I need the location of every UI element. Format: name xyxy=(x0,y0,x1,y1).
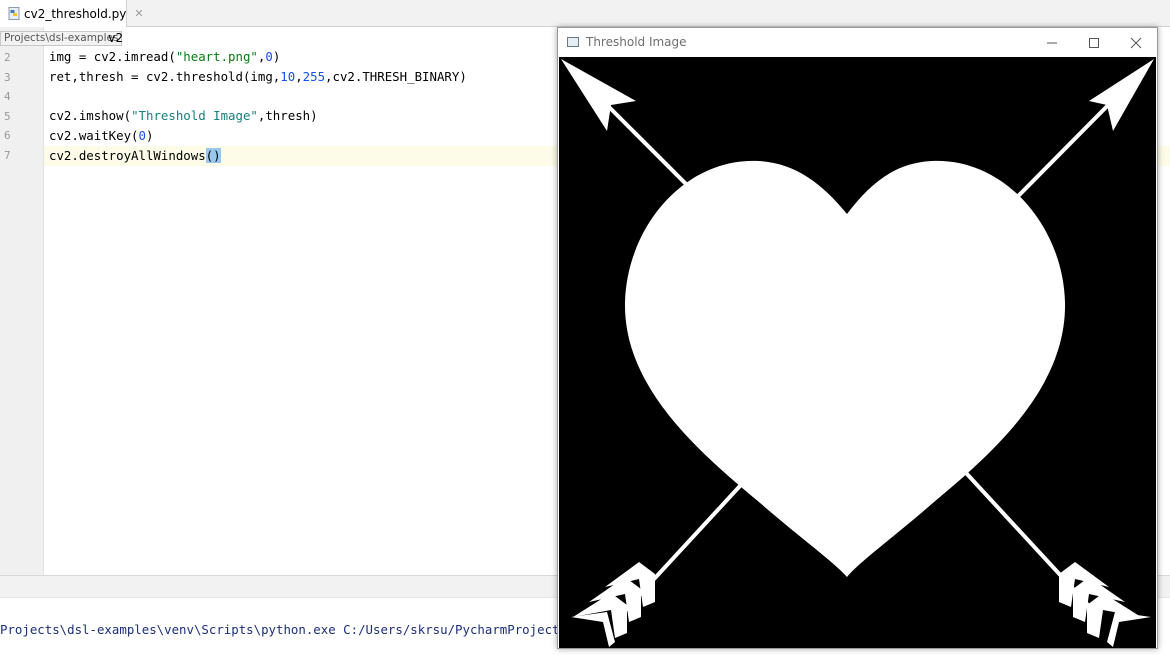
code-string: "heart.png" xyxy=(175,49,258,64)
heart-with-arrows-image xyxy=(561,59,1154,647)
window-title: Threshold Image xyxy=(586,35,687,49)
code-line-1-tail[interactable]: v2 xyxy=(108,28,123,48)
line-number: 7 xyxy=(4,149,11,162)
code-line-2[interactable]: img = cv2.imread("heart.png",0) xyxy=(49,47,280,67)
code-number: 0 xyxy=(138,128,146,143)
window-app-icon xyxy=(567,37,579,47)
window-titlebar[interactable]: Threshold Image xyxy=(558,28,1157,57)
code-token: ) xyxy=(146,128,154,143)
python-file-icon xyxy=(8,7,20,20)
code-line-3[interactable]: ret,thresh = cv2.threshold(img,10,255,cv… xyxy=(49,67,467,87)
maximize-icon xyxy=(1089,37,1099,48)
editor-tab-bar: cv2_threshold.py ✕ xyxy=(0,0,1170,27)
arrowhead-right xyxy=(1089,59,1154,131)
code-line-5[interactable]: cv2.imshow("Threshold Image",thresh) xyxy=(49,106,318,126)
line-number: 5 xyxy=(4,110,11,123)
threshold-image-window[interactable]: Threshold Image xyxy=(557,27,1158,649)
code-token: ,cv2.THRESH_BINARY) xyxy=(325,69,467,84)
editor-tab-cv2-threshold[interactable]: cv2_threshold.py ✕ xyxy=(0,0,144,27)
code-number: 0 xyxy=(265,49,273,64)
code-token: cv2.imshow( xyxy=(49,108,132,123)
code-line-6[interactable]: cv2.waitKey(0) xyxy=(49,126,153,146)
code-token: ) xyxy=(272,49,281,64)
fletching-left xyxy=(571,562,655,647)
close-icon xyxy=(1130,37,1142,48)
code-token: ,thresh) xyxy=(257,108,318,123)
line-number: 3 xyxy=(4,71,11,84)
minimize-icon xyxy=(1047,42,1057,43)
maximize-button[interactable] xyxy=(1072,28,1116,57)
code-token: cv2.destroyAllWindows xyxy=(49,148,206,163)
console-output-line: Projects\dsl-examples\venv\Scripts\pytho… xyxy=(0,622,567,637)
minimize-button[interactable] xyxy=(1030,28,1074,57)
path-tooltip: Projects\dsl-examples xyxy=(0,31,123,46)
code-string: "Threshold Image" xyxy=(131,108,258,123)
code-number: 10 xyxy=(280,69,296,84)
line-number: 6 xyxy=(4,129,11,142)
matched-parens: () xyxy=(205,148,221,163)
code-token: , xyxy=(295,69,303,84)
tab-close-icon[interactable]: ✕ xyxy=(134,7,143,20)
editor-tab-label: cv2_threshold.py xyxy=(24,6,127,21)
line-number: 2 xyxy=(4,51,11,64)
fletching-right xyxy=(1059,562,1151,647)
line-number-gutter: 2 3 4 5 6 7 xyxy=(0,27,44,575)
code-token: cv2.waitKey( xyxy=(49,128,139,143)
threshold-image-canvas xyxy=(559,57,1156,648)
code-number: 255 xyxy=(302,69,326,84)
code-token: ret,thresh = cv2.threshold(img, xyxy=(49,69,281,84)
close-button[interactable] xyxy=(1114,28,1158,57)
line-number: 4 xyxy=(4,90,11,103)
code-token: img = cv2.imread( xyxy=(49,49,176,64)
heart-shape xyxy=(624,160,1066,577)
code-line-7[interactable]: cv2.destroyAllWindows() xyxy=(49,146,221,166)
